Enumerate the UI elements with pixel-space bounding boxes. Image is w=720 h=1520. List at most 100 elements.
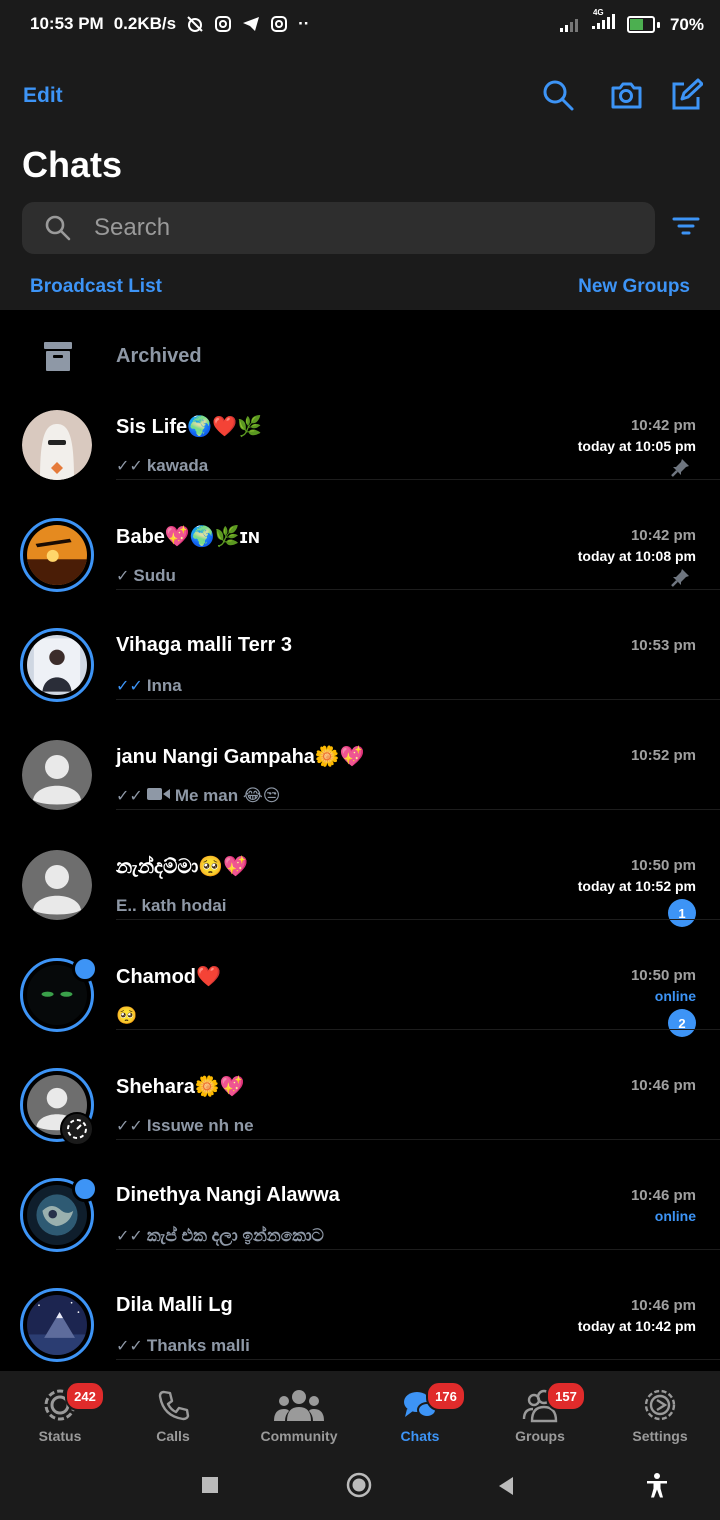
chat-time: 10:46 pm <box>630 1297 696 1314</box>
chat-name: Sis Life🌍❤️🌿 <box>116 416 262 438</box>
chat-name: Dila Malli Lg <box>116 1294 233 1316</box>
recents-icon[interactable] <box>201 1476 219 1494</box>
signal-icon <box>559 18 578 32</box>
chat-row[interactable]: Vihaga malli Terr 3 ✓✓ Inna 10:53 pm <box>0 590 720 702</box>
video-icon <box>146 786 171 806</box>
chat-preview: ✓✓ Me man 😂😒 <box>116 786 280 806</box>
last-seen: today at 10:52 pm <box>577 878 696 894</box>
tab-settings[interactable]: Settings <box>600 1371 720 1454</box>
broadcast-list-link[interactable]: Broadcast List <box>30 276 162 298</box>
last-seen: today at 10:05 pm <box>577 438 696 454</box>
chat-preview-text: E.. kath hodai <box>116 896 227 915</box>
chat-name: janu Nangi Gampaha🌼💖 <box>116 746 365 768</box>
search-icon <box>45 215 71 241</box>
tab-badge: 176 <box>426 1381 466 1411</box>
telegram-icon <box>243 17 260 31</box>
chat-preview: ✓ Sudu <box>116 566 176 586</box>
chat-row[interactable]: නැන්දම්මා🥺💖 E.. kath hodai 10:50 pm today a… <box>0 810 720 927</box>
online-status: online <box>654 1208 696 1224</box>
tab-calls[interactable]: Calls <box>113 1371 233 1454</box>
network-type: 4G <box>592 8 604 17</box>
chat-time: 10:52 pm <box>630 747 696 764</box>
double-check-icon: ✓✓ <box>116 1228 143 1245</box>
chat-preview-text: කැප් එක දලා ඉන්නකොට <box>146 1226 324 1245</box>
double-check-icon: ✓✓ <box>116 788 143 805</box>
chat-preview: ✓✓ kawada <box>116 456 208 476</box>
battery-percent: 70% <box>669 14 704 34</box>
chat-preview: ✓✓ Issuwe nh ne <box>116 1116 254 1136</box>
chat-time: 10:46 pm <box>630 1077 696 1094</box>
chat-preview: 🥺 <box>116 1006 137 1026</box>
chat-preview-text: Sudu <box>133 566 176 585</box>
more-notifications-icon: ·· <box>298 14 310 33</box>
chat-row[interactable]: Shehara🌼💖 ✓✓ Issuwe nh ne 10:46 pm <box>0 1030 720 1146</box>
double-check-icon: ✓✓ <box>116 458 143 475</box>
status-bar: 10:53 PM 0.2KB/s ·· 4G 70% <box>0 0 720 52</box>
chat-time: 10:50 pm <box>630 967 696 984</box>
compose-icon[interactable] <box>669 78 703 112</box>
chat-preview: E.. kath hodai <box>116 896 227 916</box>
clock: 10:53 PM <box>30 14 104 33</box>
chat-time: 10:50 pm <box>630 857 696 874</box>
chat-time: 10:53 pm <box>630 637 696 654</box>
chat-row[interactable]: Babe💖🌍🌿ɪɴ ✓ Sudu 10:42 pm today at 10:08 pm <box>0 480 720 592</box>
chat-name: Babe💖🌍🌿ɪɴ <box>116 526 261 548</box>
chat-preview-text: kawada <box>146 456 209 475</box>
chat-preview-text: Thanks malli <box>146 1336 250 1355</box>
chat-name: Dinethya Nangi Alawwa <box>116 1184 340 1206</box>
chat-time: 10:42 pm <box>630 527 696 544</box>
filter-icon[interactable] <box>672 216 700 236</box>
tab-chats[interactable]: Chats <box>360 1371 480 1454</box>
double-check-icon: ✓✓ <box>116 1118 143 1135</box>
avatar[interactable] <box>22 850 92 920</box>
chats-header: Edit Chats Broadcast List New Groups <box>0 52 720 310</box>
chat-row[interactable]: Chamod❤️ 🥺 10:50 pm online 2 <box>0 920 720 1037</box>
last-seen: today at 10:08 pm <box>577 548 696 564</box>
chat-preview-text: Me man 😂😒 <box>174 786 281 805</box>
avatar[interactable] <box>22 410 92 480</box>
last-seen: today at 10:42 pm <box>577 1318 696 1334</box>
tab-community[interactable]: Community <box>239 1371 359 1454</box>
edit-button[interactable]: Edit <box>23 84 63 108</box>
accessibility-icon[interactable] <box>645 1472 669 1498</box>
camera-icon[interactable] <box>609 78 643 112</box>
chat-preview: ✓✓ Inna <box>116 676 182 696</box>
avatar[interactable] <box>22 740 92 810</box>
avatar[interactable] <box>20 628 94 702</box>
network-speed: 0.2KB/s <box>113 14 177 33</box>
status-update-dot <box>72 1176 98 1202</box>
instagram-icon <box>215 16 232 32</box>
single-check-icon: ✓ <box>116 568 130 585</box>
search-input[interactable] <box>92 213 596 243</box>
divider <box>116 1359 720 1360</box>
avatar[interactable] <box>20 1288 94 1362</box>
chat-preview-text: 🥺 <box>116 1006 138 1025</box>
double-check-icon: ✓✓ <box>116 1338 143 1355</box>
tab-bar: Status 242 Calls Community Chats 176 Groups 157… <box>0 1371 720 1454</box>
chat-row[interactable]: Sis Life🌍❤️🌿 ✓✓ kawada 10:42 pm today at 10:… <box>0 370 720 480</box>
chat-name: Vihaga malli Terr 3 <box>116 634 293 656</box>
chat-row[interactable]: Dinethya Nangi Alawwa ✓✓ කැප් එක දලා ඉන්නක… <box>0 1140 720 1252</box>
system-nav-bar <box>0 1454 720 1520</box>
chat-row[interactable]: Dila Malli Lg ✓✓ Thanks malli 10:46 pm today… <box>0 1250 720 1362</box>
double-check-icon: ✓✓ <box>116 678 143 695</box>
instagram-icon <box>271 16 288 32</box>
avatar[interactable] <box>20 518 94 592</box>
tab-badge: 242 <box>65 1381 105 1411</box>
chat-name: Chamod❤️ <box>116 966 221 988</box>
back-icon[interactable] <box>497 1476 515 1496</box>
tab-label: Status <box>38 1428 82 1444</box>
online-status: online <box>654 988 696 1004</box>
tab-label: Calls <box>156 1428 190 1444</box>
search-bar[interactable] <box>22 202 655 254</box>
tab-label: Chats <box>400 1428 440 1444</box>
tab-groups[interactable]: Groups <box>480 1371 600 1454</box>
chat-time: 10:42 pm <box>630 417 696 434</box>
search-icon[interactable] <box>541 78 575 112</box>
home-icon[interactable] <box>346 1472 372 1498</box>
chat-row[interactable]: janu Nangi Gampaha🌼💖 ✓✓ Me man 😂😒 10:52 pm <box>0 700 720 810</box>
battery-icon <box>626 16 660 33</box>
tab-status[interactable]: Status <box>0 1371 120 1454</box>
chat-list: Sis Life🌍❤️🌿 ✓✓ kawada 10:42 pm today at 10:… <box>0 370 720 1362</box>
new-groups-link[interactable]: New Groups <box>578 276 690 298</box>
